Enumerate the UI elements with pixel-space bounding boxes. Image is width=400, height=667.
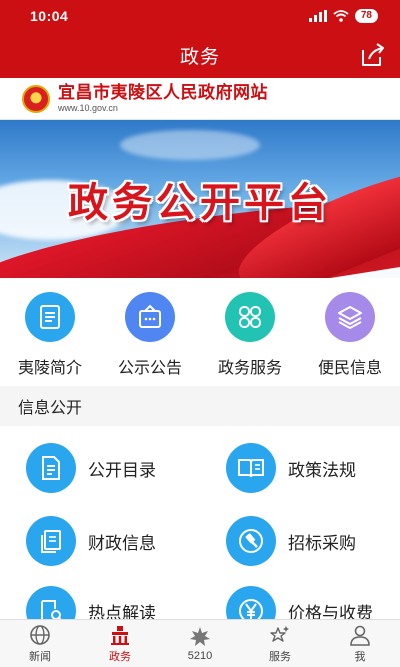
bottom-tab-bar: 新闻 政务 5210 服务 我 [0, 619, 400, 667]
leaf-icon [190, 626, 210, 646]
status-icons: 78 [308, 9, 378, 23]
gavel-icon [226, 516, 276, 566]
page-title: 政务 [179, 46, 220, 68]
star-sparkle-icon [270, 625, 289, 642]
tab-label: 5210 [187, 649, 213, 662]
tab-label: 政务 [109, 650, 131, 663]
info-grid: 公开目录 政策法规 财政信息 招标采购 热点解读 价格与收费 [0, 426, 400, 619]
cloud-decoration [120, 130, 260, 160]
info-item-label: 政策法规 [288, 460, 356, 480]
doc-search-icon [26, 586, 76, 619]
national-emblem-icon [22, 84, 50, 113]
quick-link-services[interactable]: 政务服务 [200, 292, 300, 386]
quick-link-label: 便民信息 [317, 360, 382, 377]
info-item-label: 财政信息 [88, 533, 156, 553]
hero-banner[interactable]: 政务公开平台 [0, 120, 400, 278]
stacked-docs-icon [26, 516, 76, 566]
quick-link-convenience[interactable]: 便民信息 [300, 292, 400, 386]
yen-icon [226, 586, 276, 619]
tab-label: 新闻 [29, 650, 51, 663]
tab-label: 服务 [269, 650, 291, 663]
layers-icon [325, 292, 375, 342]
info-item-hot-topics[interactable]: 热点解读 [26, 586, 156, 619]
info-item-finance[interactable]: 财政信息 [26, 516, 156, 566]
quick-links: 夷陵简介 公示公告 政务服务 便民信息 [0, 278, 400, 386]
tab-services[interactable]: 服务 [240, 620, 320, 667]
site-name: 宜昌市夷陵区人民政府网站 [58, 83, 268, 102]
quick-link-notice[interactable]: 公示公告 [100, 292, 200, 386]
status-bar: 10:04 78 [0, 0, 400, 32]
quick-link-intro[interactable]: 夷陵简介 [0, 292, 100, 386]
info-item-label: 价格与收费 [288, 603, 373, 620]
tab-me[interactable]: 我 [320, 620, 400, 667]
site-url: www.10.gov.cn [58, 103, 118, 113]
tab-news[interactable]: 新闻 [0, 620, 80, 667]
government-building-icon [111, 625, 129, 645]
status-time: 10:04 [30, 8, 69, 24]
info-item-catalog[interactable]: 公开目录 [26, 443, 156, 493]
battery-indicator: 78 [354, 9, 378, 23]
doc-list-icon [26, 443, 76, 493]
app-root: 10:04 78 政务 宜昌市夷陵区人民政府网站 www.10.gov.cn 政… [0, 0, 400, 667]
info-item-policy[interactable]: 政策法规 [226, 443, 356, 493]
wifi-icon [333, 10, 349, 22]
tab-label: 我 [354, 650, 366, 663]
open-book-icon [226, 443, 276, 493]
site-identity: 宜昌市夷陵区人民政府网站 www.10.gov.cn [58, 83, 268, 114]
banner-title: 政务公开平台 [68, 179, 332, 226]
info-item-label: 招标采购 [288, 533, 356, 553]
tab-5210[interactable]: 5210 [160, 620, 240, 667]
globe-icon [30, 624, 50, 645]
section-title: 信息公开 [0, 386, 400, 426]
clover-grid-icon [225, 292, 275, 342]
quick-link-label: 政务服务 [217, 360, 282, 377]
document-icon [25, 292, 75, 342]
info-item-label: 公开目录 [88, 460, 156, 480]
notice-board-icon [125, 292, 175, 342]
info-item-pricing[interactable]: 价格与收费 [226, 586, 373, 619]
user-icon [350, 625, 370, 646]
info-item-label: 热点解读 [88, 603, 156, 620]
info-item-procurement[interactable]: 招标采购 [226, 516, 356, 566]
quick-link-label: 夷陵简介 [17, 360, 82, 377]
tab-government[interactable]: 政务 [80, 620, 160, 667]
quick-link-label: 公示公告 [117, 360, 182, 377]
signal-icon [308, 10, 327, 22]
site-header: 宜昌市夷陵区人民政府网站 www.10.gov.cn [0, 78, 400, 120]
share-icon[interactable] [360, 42, 386, 68]
nav-bar: 政务 [0, 32, 400, 78]
